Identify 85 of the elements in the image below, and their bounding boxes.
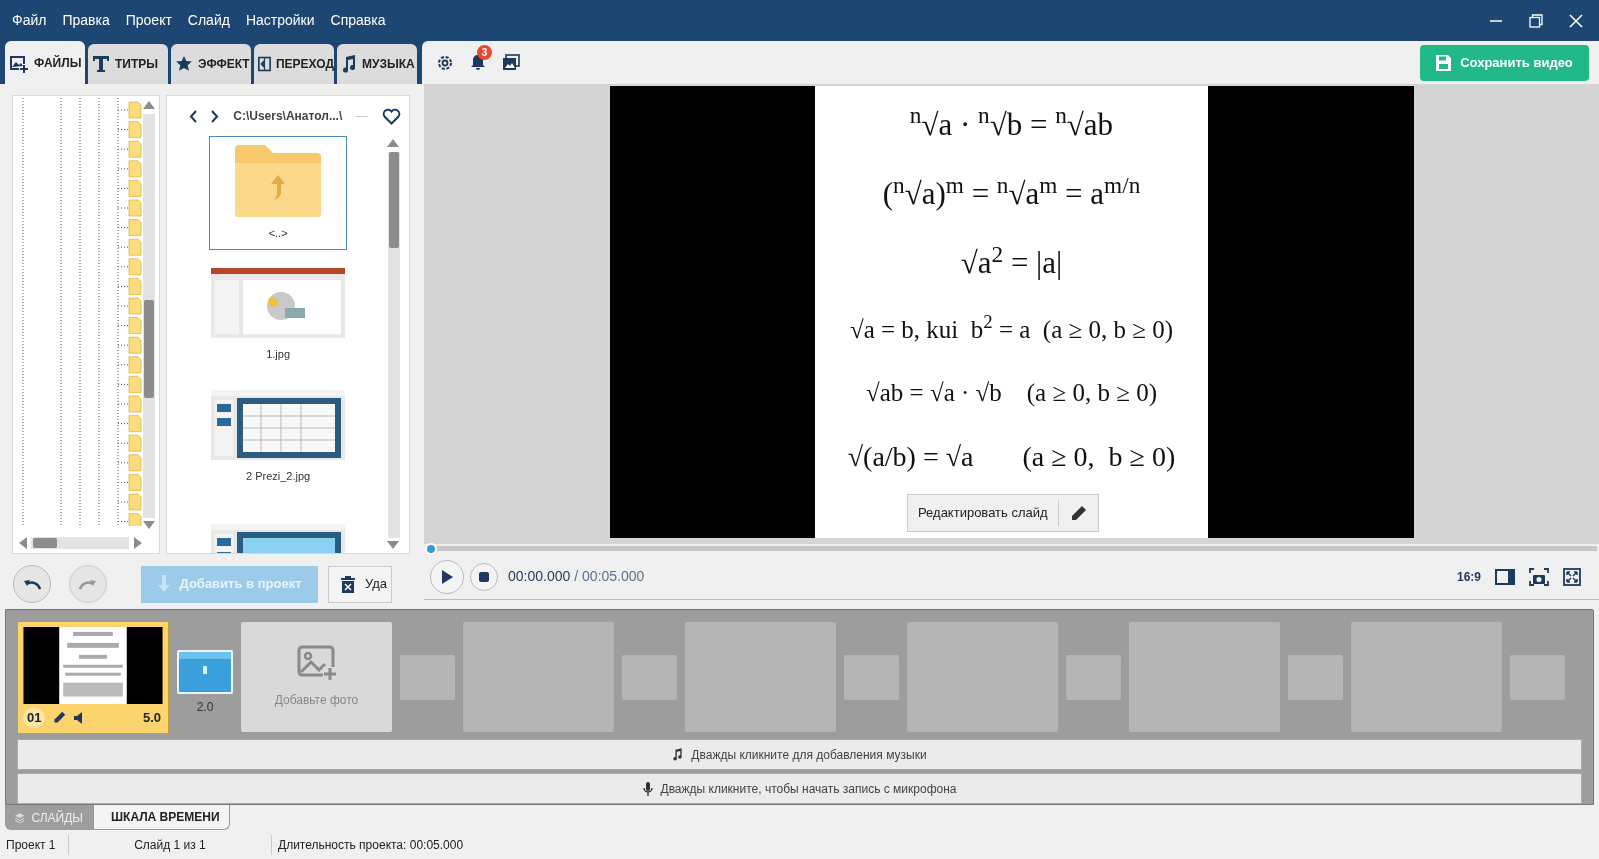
tab[interactable]: ТИТРЫ	[88, 44, 168, 84]
scrollbar-track[interactable]	[143, 114, 156, 518]
file-name: 1.jpg	[266, 346, 291, 362]
settings-icon[interactable]	[436, 53, 454, 72]
music-note-icon	[341, 55, 357, 73]
redo-icon	[79, 578, 97, 590]
download-arrow-icon	[157, 575, 172, 593]
scrollbar-track[interactable]	[388, 152, 400, 538]
tab[interactable]: ПЕРЕХОД	[254, 44, 334, 84]
scrollbar-thumb[interactable]	[389, 152, 399, 248]
undo-icon	[23, 578, 41, 590]
notification-badge: 3	[477, 45, 492, 60]
microphone-track[interactable]: Дважды кликните, чтобы начать запись с микрофона	[17, 773, 1582, 804]
star-icon	[175, 55, 193, 73]
file-item[interactable]: 2 Prezi_2.jpg	[209, 380, 348, 494]
forward-icon[interactable]	[211, 109, 220, 123]
back-icon[interactable]	[189, 109, 198, 123]
slide-number: 01	[23, 708, 46, 728]
panel-layout-icon[interactable]	[1495, 568, 1515, 585]
close-icon[interactable]	[1569, 13, 1583, 28]
formula: √ab = √a · √b (a ≥ 0, b ≥ 0)	[866, 379, 1157, 405]
gallery-icon[interactable]	[502, 54, 520, 71]
file-item[interactable]: 1.jpg	[209, 258, 348, 372]
text-icon	[92, 55, 110, 73]
tab[interactable]: МУЗЫКА	[337, 44, 417, 84]
formula: √a$^{2}$ = |a|	[960, 247, 1063, 279]
current-time: 00:00.000	[508, 567, 571, 586]
scrollbar-thumb[interactable]	[33, 538, 57, 548]
file-name: 2 Prezi_2.jpg	[246, 468, 311, 484]
file-name: <..>	[268, 225, 288, 241]
stop-icon	[479, 571, 489, 582]
menu-item[interactable]: Справка	[322, 10, 394, 31]
formula: ($^{n}$√a)$^{m}$ = $^{n}$√a$^{m}$ = a$^{m/n}$	[882, 178, 1141, 210]
status-text: Слайд 1 из 1	[133, 836, 207, 854]
scroll-down-icon[interactable]	[386, 540, 400, 550]
stop-button[interactable]	[470, 562, 498, 591]
tab[interactable]: ЭФФЕКТ	[171, 44, 251, 84]
delete-button[interactable]: Уда	[328, 565, 392, 603]
menu-item[interactable]: Слайд	[179, 10, 238, 31]
undo-button[interactable]	[13, 565, 51, 603]
scroll-left-icon[interactable]	[18, 536, 28, 550]
total-time: / 00:05.000	[574, 567, 645, 586]
microphone-icon	[642, 781, 653, 796]
view-tab[interactable]: ШКАЛА ВРЕМЕНИ	[93, 805, 230, 830]
heart-icon[interactable]	[382, 107, 402, 125]
folder-path: C:\Users\Анатол...\	[233, 108, 343, 125]
transition-duration: 2.0	[196, 699, 214, 717]
menu-item[interactable]: Настройки	[237, 10, 323, 31]
transition-icon	[258, 55, 271, 73]
pencil-icon[interactable]	[53, 711, 67, 725]
scrollbar-thumb[interactable]	[144, 300, 155, 398]
trash-icon	[341, 575, 355, 593]
menu-item[interactable]: Проект	[117, 10, 180, 31]
music-note-icon	[672, 748, 684, 762]
snapshot-icon[interactable]	[1529, 567, 1549, 586]
status-text: Длительность проекта: 00:05.000	[277, 836, 465, 854]
scroll-down-icon[interactable]	[142, 520, 157, 530]
restore-icon[interactable]	[1529, 13, 1543, 28]
status-text: Проект 1	[5, 836, 57, 854]
redo-button[interactable]	[69, 565, 107, 603]
play-button[interactable]	[430, 559, 464, 594]
tab[interactable]: ФАЙЛЫ	[5, 41, 85, 84]
formula: $^{n}$√a · $^{n}$√b = $^{n}$√ab	[909, 109, 1114, 141]
aspect-ratio-toggle[interactable]: 16:9	[1456, 567, 1481, 586]
slide-card[interactable]: 01 5.0	[17, 621, 169, 734]
formula: √(a/b) = √a (a ≥ 0, b ≥ 0)	[847, 442, 1176, 471]
edit-slide-button[interactable]: Редактировать слайд	[907, 494, 1099, 532]
file-item[interactable]: <..>	[209, 136, 348, 250]
playhead-handle[interactable]	[425, 543, 437, 555]
folder-up-icon	[235, 144, 322, 217]
scroll-right-icon[interactable]	[133, 536, 143, 550]
slide-duration: 5.0	[142, 709, 162, 728]
pencil-icon	[1069, 504, 1087, 522]
scroll-up-icon[interactable]	[142, 100, 157, 110]
music-track[interactable]: Дважды кликните для добавления музыки	[17, 739, 1582, 771]
play-icon	[441, 569, 453, 584]
menu-item[interactable]: Правка	[54, 10, 118, 31]
formula: √a = b, kui b$^{2}$ = a (a ≥ 0, b ≥ 0)	[849, 316, 1174, 342]
add-image-icon	[296, 645, 337, 682]
menu-item[interactable]: Файл	[4, 10, 55, 31]
fullscreen-icon[interactable]	[1563, 567, 1581, 586]
scrollbar-track[interactable]	[31, 537, 129, 549]
layers-icon	[15, 811, 25, 824]
add-photo-label: Добавьте фото	[274, 692, 359, 710]
scroll-up-icon[interactable]	[386, 138, 400, 148]
